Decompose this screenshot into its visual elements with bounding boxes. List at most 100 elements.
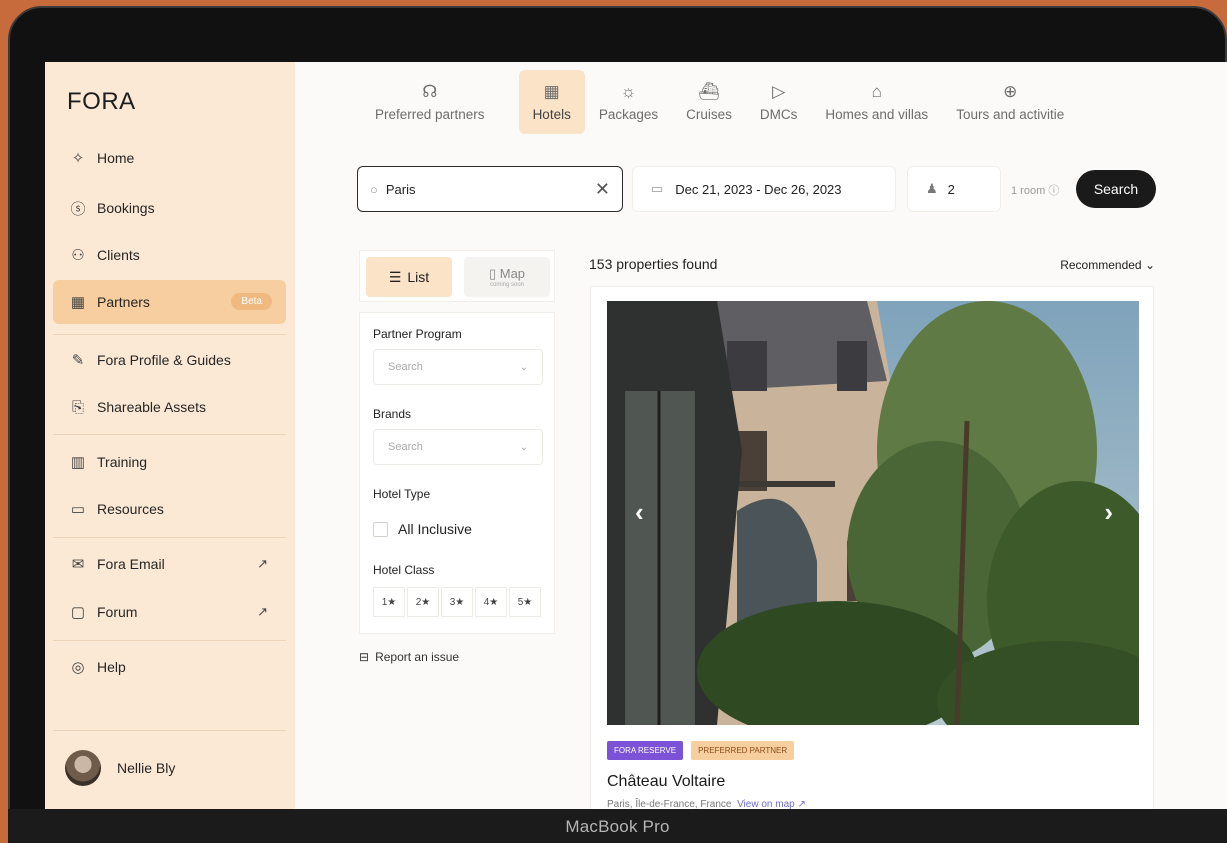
fora-reserve-badge: FORA RESERVE [607,741,684,760]
category-tabs: ☊ Preferred partners ▦ Hotels ☼ Packages… [361,70,1078,134]
search-icon: ○ [370,181,378,197]
sort-label: Recommended [1060,258,1142,272]
sidebar-item-bookings[interactable]: ⓢ Bookings [53,186,286,230]
beta-badge: Beta [231,293,272,310]
user-profile[interactable]: Nellie Bly [65,750,175,786]
star-5-button[interactable]: 5★ [509,587,541,617]
sidebar-divider [53,434,286,435]
sidebar-item-profile[interactable]: ✎ Fora Profile & Guides [53,338,286,382]
select-placeholder: Search [388,441,423,453]
handshake-icon: ☊ [422,81,438,101]
hotel-location: Paris, Île-de-France, France View on map… [607,799,806,809]
tab-label: Tours and activitie [956,106,1065,122]
sidebar-item-label: Clients [97,247,140,263]
pencil-icon: ✎ [71,352,85,369]
select-placeholder: Search [388,361,423,373]
tab-dmcs[interactable]: ▷ DMCs [746,70,812,134]
tab-homes-and-villas[interactable]: ⌂ Homes and villas [811,70,942,134]
sidebar-item-label: Bookings [97,200,155,216]
chevron-left-icon[interactable]: ‹ [635,497,644,528]
dollar-icon: ⓢ [70,200,86,218]
tab-label: Preferred partners [375,106,485,122]
tab-label: DMCs [759,106,798,122]
tab-label: Cruises [686,106,732,122]
view-on-map-link[interactable]: View on map [737,799,795,809]
clear-icon[interactable]: ✕ [595,179,610,200]
building-icon: ▦ [70,294,86,311]
destination-search-input[interactable]: ○ Paris ✕ [357,166,623,212]
info-icon: ⓘ [1048,185,1060,197]
sidebar-item-help[interactable]: ◎ Help [53,645,286,689]
preferred-partner-badge: PREFERRED PARTNER [691,741,795,760]
star-4-button[interactable]: 4★ [475,587,507,617]
tab-tours-and-activities[interactable]: ⊕ Tours and activitie [942,70,1078,134]
rooms-label: 1 room [1011,185,1046,197]
sunset-icon: ☼ [620,81,637,101]
guests-field[interactable]: ♟ 2 [907,166,1001,212]
hotel-type-label: Hotel Type [373,487,431,501]
hotel-card[interactable]: ‹ › FORA RESERVE PREFERRED PARTNER Châte… [590,286,1154,809]
book-icon: ▥ [70,454,86,471]
checkbox[interactable] [373,521,388,537]
brands-select[interactable]: Search ⌄ [373,429,543,465]
tab-cruises[interactable]: ⛴ Cruises [672,70,746,134]
tab-label: Homes and villas [825,106,929,122]
sidebar-item-shareable-assets[interactable]: ⎘ Shareable Assets [53,385,286,429]
sidebar-item-resources[interactable]: ▭ Resources [53,487,286,531]
partner-program-select[interactable]: Search ⌄ [373,349,543,385]
list-icon: ☰ [388,268,402,285]
folder-icon: ▭ [70,501,86,518]
hotel-class-label: Hotel Class [373,563,435,577]
tab-label: Hotels [532,106,571,122]
calendar-icon: ▭ [651,181,664,196]
location-text: Paris, Île-de-France, France [607,799,732,809]
hotel-name[interactable]: Château Voltaire [607,773,725,791]
sidebar-item-label: Training [97,454,148,470]
chevron-down-icon: ⌄ [519,441,528,453]
sidebar-item-home[interactable]: ✧ Home [53,136,286,180]
avatar [65,750,101,786]
sidebar-item-label: Fora Profile & Guides [97,352,231,368]
logo[interactable]: FORA [67,88,136,116]
report-issue-link[interactable]: ⊟ Report an issue [359,650,459,664]
view-toggle: ☰ List ▯ Map coming soon [359,250,555,302]
map-view-button[interactable]: ▯ Map coming soon [464,257,550,297]
sidebar-item-fora-email[interactable]: ✉ Fora Email ↗ [53,542,286,586]
date-range-field[interactable]: ▭ Dec 21, 2023 - Dec 26, 2023 [632,166,896,212]
hotel-class-options: 1★ 2★ 3★ 4★ 5★ [373,587,541,617]
map-icon: ▯ [488,266,497,281]
sidebar-item-label: Home [97,150,135,166]
date-range-value: Dec 21, 2023 - Dec 26, 2023 [675,181,842,197]
list-view-button[interactable]: ☰ List [366,257,452,297]
sidebar-item-label: Resources [97,501,164,517]
star-3-button[interactable]: 3★ [441,587,473,617]
person-icon: ♟ [926,181,938,196]
star-1-button[interactable]: 1★ [373,587,405,617]
share-icon: ⎘ [71,398,84,416]
sidebar-item-partners[interactable]: ▦ Partners Beta [53,280,286,324]
sidebar-item-forum[interactable]: ▢ Forum ↗ [53,590,286,634]
all-inclusive-option[interactable]: All Inclusive [373,521,472,537]
sidebar-divider [53,730,286,731]
search-button[interactable]: Search [1076,170,1156,208]
sidebar-item-label: Help [97,659,126,675]
user-name: Nellie Bly [117,760,176,776]
sidebar-item-clients[interactable]: ⚇ Clients [53,233,286,277]
hotel-photo-illustration [607,301,1139,725]
hotel-badges: FORA RESERVE PREFERRED PARTNER [607,741,795,760]
tab-preferred-partners[interactable]: ☊ Preferred partners [361,70,499,134]
tab-hotels[interactable]: ▦ Hotels [518,70,585,134]
chevron-down-icon: ⌄ [1144,258,1155,272]
chevron-right-icon[interactable]: › [1104,497,1113,528]
star-2-button[interactable]: 2★ [407,587,439,617]
mail-icon: ✉ [71,556,85,573]
sort-dropdown[interactable]: Recommended ⌄ [1060,258,1155,272]
globe-icon: ⊕ [1003,81,1018,101]
sidebar-item-training[interactable]: ▥ Training [53,440,286,484]
partner-program-label: Partner Program [373,327,462,341]
tab-packages[interactable]: ☼ Packages [585,70,672,134]
sidebar-divider [53,537,286,538]
sidebar-item-label: Fora Email [97,556,165,572]
home-icon: ⌂ [871,81,882,101]
destination-value: Paris [385,181,416,197]
